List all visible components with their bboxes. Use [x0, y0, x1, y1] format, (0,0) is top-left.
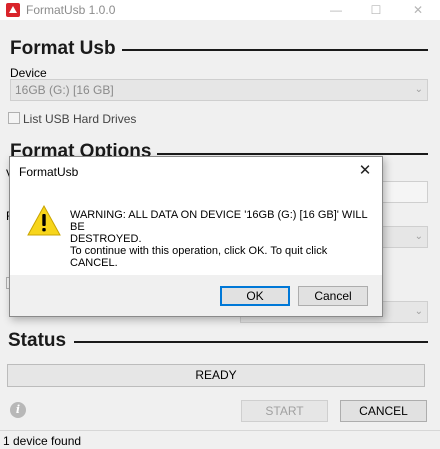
dialog-message: WARNING: ALL DATA ON DEVICE '16GB (G:) [… [70, 209, 370, 269]
format-options-rule [150, 153, 428, 155]
format-warning-dialog: FormatUsb ✕ WARNING: ALL DATA ON DEVICE … [9, 156, 383, 317]
dialog-close-button[interactable]: ✕ [354, 160, 376, 182]
dialog-message-line: DESTROYED. [70, 233, 142, 245]
device-count-text: 1 device found [3, 434, 82, 448]
cancel-button[interactable]: CANCEL [340, 400, 427, 422]
list-usb-hard-drives-label: List USB Hard Drives [23, 112, 137, 126]
window-title: FormatUsb 1.0.0 [26, 3, 116, 17]
chevron-down-icon: ⌄ [414, 306, 423, 317]
close-window-button[interactable]: ✕ [400, 0, 436, 20]
warning-icon [27, 205, 61, 236]
minimize-button[interactable]: — [318, 0, 354, 20]
dialog-message-line: CANCEL. [70, 257, 118, 269]
chevron-down-icon: ⌄ [414, 231, 423, 242]
chevron-down-icon: ⌄ [414, 84, 423, 95]
file-system-select[interactable]: ⌄ [380, 226, 428, 248]
list-usb-hard-drives-checkbox[interactable] [8, 112, 20, 124]
dialog-message-line: To continue with this operation, click O… [70, 245, 328, 257]
dialog-body: WARNING: ALL DATA ON DEVICE '16GB (G:) [… [10, 187, 382, 275]
maximize-button[interactable]: ☐ [358, 0, 394, 20]
dialog-footer: OK Cancel [10, 275, 382, 316]
dialog-ok-button[interactable]: OK [220, 286, 290, 306]
app-icon [6, 3, 20, 17]
device-select-value: 16GB (G:) [16 GB] [15, 83, 114, 97]
status-progress-bar: READY [7, 364, 425, 387]
status-bar: 1 device found [0, 430, 440, 449]
device-label: Device [10, 66, 47, 80]
device-select[interactable]: 16GB (G:) [16 GB] ⌄ [10, 79, 428, 101]
title-bar: FormatUsb 1.0.0 — ☐ ✕ [0, 0, 440, 20]
start-button[interactable]: START [241, 400, 328, 422]
dialog-message-line: WARNING: ALL DATA ON DEVICE '16GB (G:) [… [70, 209, 368, 233]
dialog-title: FormatUsb [19, 165, 79, 179]
status-heading: Status [8, 330, 73, 352]
format-usb-heading: Format Usb [10, 38, 122, 60]
format-usb-rule [118, 49, 428, 51]
volume-label-input[interactable] [380, 181, 428, 203]
dialog-cancel-button[interactable]: Cancel [298, 286, 368, 306]
info-icon[interactable]: i [10, 402, 26, 418]
status-rule [74, 341, 428, 343]
